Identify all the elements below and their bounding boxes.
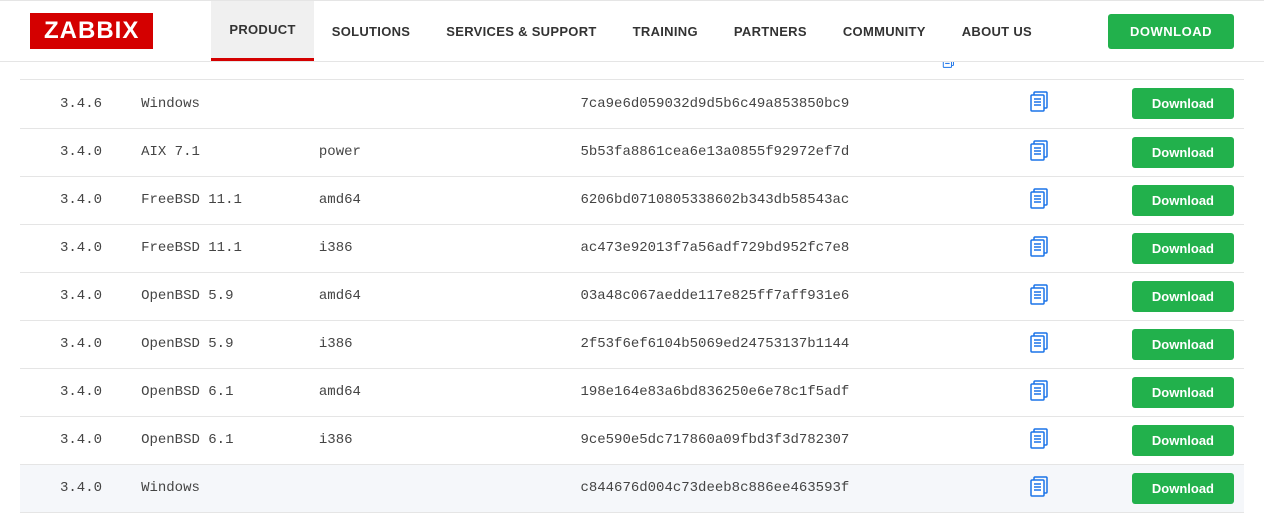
version-cell: 3.4.0 — [20, 416, 135, 464]
hash-cell: 6206bd0710805338602b343db58543ac — [574, 176, 982, 224]
release-notes-cell — [982, 224, 1097, 272]
download-cell: Download — [1098, 80, 1245, 128]
download-cell: Download — [1098, 464, 1245, 512]
release-notes-cell — [982, 416, 1097, 464]
download-top-button[interactable]: DOWNLOAD — [1108, 14, 1234, 49]
version-cell: 3.4.0 — [20, 464, 135, 512]
version-cell: 3.4.0 — [20, 368, 135, 416]
os-cell: Windows — [135, 80, 313, 128]
arch-cell — [313, 80, 575, 128]
hash-cell: 5b53fa8861cea6e13a0855f92972ef7d — [574, 128, 982, 176]
download-cell: Download — [1098, 272, 1245, 320]
download-cell: Download — [1098, 368, 1245, 416]
release-notes-cell — [982, 128, 1097, 176]
main-nav: PRODUCTSOLUTIONSSERVICES & SUPPORTTRAINI… — [211, 1, 1050, 61]
release-notes-icon[interactable] — [939, 62, 959, 71]
os-cell: OpenBSD 6.1 — [135, 368, 313, 416]
version-cell: 3.4.0 — [20, 272, 135, 320]
download-button[interactable]: Download — [1132, 425, 1234, 456]
download-cell: Download — [1098, 416, 1245, 464]
partial-row-top — [20, 62, 1244, 80]
version-cell: 3.4.0 — [20, 176, 135, 224]
download-cell: Download — [1098, 176, 1245, 224]
download-button[interactable]: Download — [1132, 473, 1234, 504]
download-cell: Download — [1098, 320, 1245, 368]
table-row: 3.4.0 OpenBSD 5.9 i386 2f53f6ef6104b5069… — [20, 320, 1244, 368]
hash-cell: 198e164e83a6bd836250e6e78c1f5adf — [574, 368, 982, 416]
table-row: 3.4.0 OpenBSD 6.1 amd64 198e164e83a6bd83… — [20, 368, 1244, 416]
release-notes-icon[interactable] — [1029, 342, 1051, 358]
nav-item-services-support[interactable]: SERVICES & SUPPORT — [428, 1, 614, 61]
table-row: 3.4.0 OpenBSD 5.9 amd64 03a48c067aedde11… — [20, 272, 1244, 320]
release-notes-cell — [982, 176, 1097, 224]
download-button[interactable]: Download — [1132, 185, 1234, 216]
download-cell: Download — [1098, 224, 1245, 272]
os-cell: OpenBSD 5.9 — [135, 272, 313, 320]
arch-cell: i386 — [313, 416, 575, 464]
table-row: 3.4.0 OpenBSD 6.1 i386 9ce590e5dc717860a… — [20, 416, 1244, 464]
table-row: 3.4.0 FreeBSD 11.1 amd64 6206bd071080533… — [20, 176, 1244, 224]
release-notes-cell — [982, 272, 1097, 320]
download-button[interactable]: Download — [1132, 377, 1234, 408]
hash-cell: 9ce590e5dc717860a09fbd3f3d782307 — [574, 416, 982, 464]
os-cell: FreeBSD 11.1 — [135, 176, 313, 224]
release-notes-cell — [982, 464, 1097, 512]
release-notes-cell — [982, 320, 1097, 368]
downloads-table-wrap: 3.4.6 Windows 7ca9e6d059032d9d5b6c49a853… — [0, 62, 1264, 524]
release-notes-icon[interactable] — [1029, 486, 1051, 502]
release-notes-icon[interactable] — [1029, 101, 1051, 117]
download-button[interactable]: Download — [1132, 281, 1234, 312]
version-cell: 3.4.0 — [20, 320, 135, 368]
nav-item-partners[interactable]: PARTNERS — [716, 1, 825, 61]
nav-item-product[interactable]: PRODUCT — [211, 1, 313, 61]
nav-item-community[interactable]: COMMUNITY — [825, 1, 944, 61]
arch-cell — [313, 464, 575, 512]
version-cell: 3.4.0 — [20, 224, 135, 272]
downloads-table: 3.4.6 Windows 7ca9e6d059032d9d5b6c49a853… — [20, 80, 1244, 513]
release-notes-icon[interactable] — [1029, 390, 1051, 406]
release-notes-icon[interactable] — [1029, 150, 1051, 166]
download-button[interactable]: Download — [1132, 88, 1234, 119]
release-notes-cell — [982, 80, 1097, 128]
os-cell: OpenBSD 5.9 — [135, 320, 313, 368]
version-cell: 3.4.6 — [20, 80, 135, 128]
release-notes-icon[interactable] — [1029, 438, 1051, 454]
header: ZABBIX PRODUCTSOLUTIONSSERVICES & SUPPOR… — [0, 0, 1264, 62]
os-cell: OpenBSD 6.1 — [135, 416, 313, 464]
table-row: 3.4.0 AIX 7.1 power 5b53fa8861cea6e13a08… — [20, 128, 1244, 176]
download-button[interactable]: Download — [1132, 329, 1234, 360]
nav-item-solutions[interactable]: SOLUTIONS — [314, 1, 429, 61]
arch-cell: i386 — [313, 224, 575, 272]
hash-cell: 2f53f6ef6104b5069ed24753137b1144 — [574, 320, 982, 368]
download-button[interactable]: Download — [1132, 233, 1234, 264]
hash-cell: 03a48c067aedde117e825ff7aff931e6 — [574, 272, 982, 320]
arch-cell: i386 — [313, 320, 575, 368]
arch-cell: amd64 — [313, 272, 575, 320]
arch-cell: amd64 — [313, 368, 575, 416]
table-row: 3.4.0 FreeBSD 11.1 i386 ac473e92013f7a56… — [20, 224, 1244, 272]
hash-cell: 7ca9e6d059032d9d5b6c49a853850bc9 — [574, 80, 982, 128]
download-cell: Download — [1098, 128, 1245, 176]
table-row: 3.4.6 Windows 7ca9e6d059032d9d5b6c49a853… — [20, 80, 1244, 128]
nav-item-about-us[interactable]: ABOUT US — [944, 1, 1050, 61]
release-notes-icon[interactable] — [1029, 198, 1051, 214]
os-cell: AIX 7.1 — [135, 128, 313, 176]
os-cell: FreeBSD 11.1 — [135, 224, 313, 272]
hash-cell: ac473e92013f7a56adf729bd952fc7e8 — [574, 224, 982, 272]
release-notes-cell — [982, 368, 1097, 416]
hash-cell: c844676d004c73deeb8c886ee463593f — [574, 464, 982, 512]
nav-item-training[interactable]: TRAINING — [615, 1, 716, 61]
arch-cell: amd64 — [313, 176, 575, 224]
arch-cell: power — [313, 128, 575, 176]
release-notes-icon[interactable] — [1029, 294, 1051, 310]
os-cell: Windows — [135, 464, 313, 512]
table-row: 3.4.0 Windows c844676d004c73deeb8c886ee4… — [20, 464, 1244, 512]
version-cell: 3.4.0 — [20, 128, 135, 176]
download-button[interactable]: Download — [1132, 137, 1234, 168]
logo[interactable]: ZABBIX — [30, 13, 153, 49]
release-notes-icon[interactable] — [1029, 246, 1051, 262]
